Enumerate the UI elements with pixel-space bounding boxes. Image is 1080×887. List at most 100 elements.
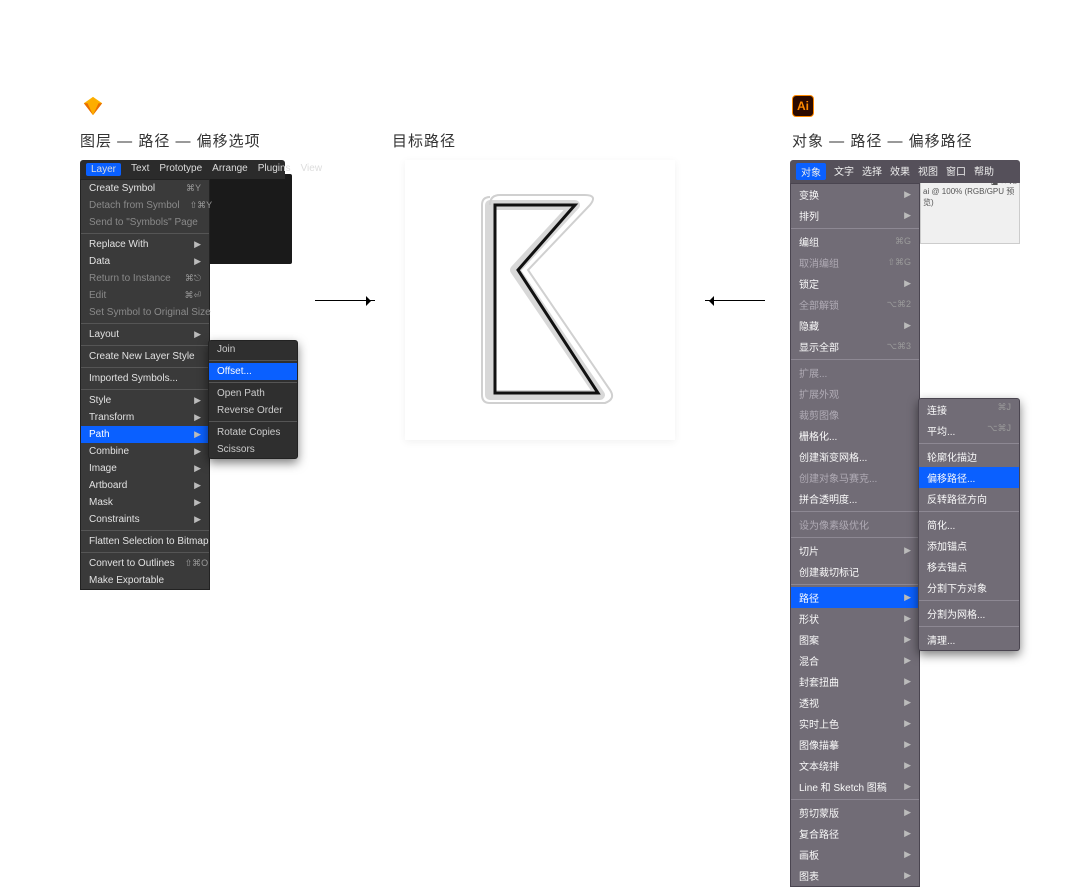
menu-item[interactable]: 形状▶ [791,608,919,629]
menu-item[interactable]: 扩展... [791,362,919,383]
menu-item[interactable]: 栅格化... [791,425,919,446]
menu-item[interactable]: 清理... [919,629,1019,650]
menu-item[interactable]: 创建裁切标记 [791,561,919,582]
menu-item[interactable]: Imported Symbols... [81,370,209,387]
menu-item[interactable]: Path▶ [81,426,209,443]
menu-item[interactable]: Constraints▶ [81,511,209,528]
menu-item[interactable]: 复合路径▶ [791,823,919,844]
menubar-item[interactable]: Arrange [212,163,248,176]
menu-item[interactable]: Line 和 Sketch 图稿▶ [791,776,919,797]
illustrator-path-submenu[interactable]: 连接⌘J平均...⌥⌘J 轮廓化描边偏移路径...反转路径方向简化...添加锚点移… [918,398,1020,651]
illustrator-menu-block: ◪ ✕ X: ai @ 100% (RGB/GPU 预览) 对象文字选择效果视图… [790,160,1020,887]
menu-item[interactable]: 分割下方对象 [919,577,1019,598]
menu-item[interactable]: 混合▶ [791,650,919,671]
menu-item[interactable]: Make Exportable [81,572,209,589]
menu-item[interactable]: 图案▶ [791,629,919,650]
menu-item[interactable]: 轮廓化描边 [919,446,1019,467]
menu-item[interactable]: 剪切蒙版▶ [791,802,919,823]
menu-item[interactable]: Artboard▶ [81,477,209,494]
menu-item[interactable]: Detach from Symbol⇧⌘Y [81,197,209,214]
menu-item[interactable]: 文本绕排▶ [791,755,919,776]
menu-item[interactable]: 裁剪图像 [791,404,919,425]
menu-item[interactable]: Rotate Copies [209,424,297,441]
menu-item[interactable]: 编组⌘G [791,231,919,252]
target-path-canvas [405,160,675,440]
menu-item[interactable]: 创建渐变网格... [791,446,919,467]
menu-item[interactable]: 取消编组⇧⌘G [791,252,919,273]
menu-item[interactable]: Create Symbol⌘Y [81,180,209,197]
menubar-item[interactable]: 窗口 [946,163,966,180]
menu-item[interactable]: Style▶ [81,392,209,409]
menu-item[interactable]: 全部解锁⌥⌘2 [791,294,919,315]
illustrator-app-icon: Ai [792,95,814,117]
menu-item[interactable]: 反转路径方向 [919,488,1019,509]
menu-item[interactable]: Edit⌘⏎ [81,287,209,304]
menu-item[interactable]: Create New Layer Style [81,348,209,365]
menu-item[interactable]: Reverse Order [209,402,297,419]
sketch-artboard-bg [204,174,292,264]
menubar-item[interactable]: View [301,163,323,176]
menu-item[interactable]: Return to Instance⌘⎋ [81,270,209,287]
menu-item[interactable]: 设为像素级优化 [791,514,919,535]
arrow-right-icon [315,300,375,301]
menu-item[interactable]: Convert to Outlines⇧⌘O [81,555,209,572]
menubar-item[interactable]: 对象 [796,163,826,180]
menu-item[interactable]: 透视▶ [791,692,919,713]
menubar-item[interactable]: Layer [86,163,121,176]
menu-item[interactable]: 创建对象马赛克... [791,467,919,488]
heading-left: 图层 — 路径 — 偏移选项 [80,130,261,151]
menu-item[interactable]: Transform▶ [81,409,209,426]
menubar-item[interactable]: Prototype [159,163,202,176]
menubar-item[interactable]: 文字 [834,163,854,180]
illustrator-menubar[interactable]: 对象文字选择效果视图窗口帮助 [790,160,1020,183]
menu-item[interactable]: 显示全部⌥⌘3 [791,336,919,357]
sketch-app-icon [82,95,104,117]
menu-item[interactable]: 图表▶ [791,865,919,886]
menu-item[interactable]: 偏移路径... [919,467,1019,488]
menubar-item[interactable]: Text [131,163,149,176]
menu-item[interactable]: Flatten Selection to Bitmap [81,533,209,550]
menu-item[interactable]: Data▶ [81,253,209,270]
menu-item[interactable]: Join [209,341,297,358]
menubar-item[interactable]: Plugins [258,163,291,176]
menu-item[interactable]: 连接⌘J [919,399,1019,420]
heading-right: 对象 — 路径 — 偏移路径 [792,130,973,151]
menu-item[interactable]: 移去锚点 [919,556,1019,577]
menubar-item[interactable]: 选择 [862,163,882,180]
menu-item[interactable]: Scissors [209,441,297,458]
menu-item[interactable]: 锁定▶ [791,273,919,294]
k-path-shape [450,185,630,415]
menu-item[interactable]: Set Symbol to Original Size [81,304,209,321]
illustrator-object-menu[interactable]: 变换▶排列▶ 编组⌘G取消编组⇧⌘G锁定▶全部解锁⌥⌘2隐藏▶显示全部⌥⌘3 扩展.… [790,183,920,887]
menu-item[interactable]: Combine▶ [81,443,209,460]
menu-item[interactable]: 隐藏▶ [791,315,919,336]
menu-item[interactable]: 实时上色▶ [791,713,919,734]
menu-item[interactable]: 画板▶ [791,844,919,865]
illustrator-doc-bg: ◪ ✕ X: ai @ 100% (RGB/GPU 预览) [920,174,1020,244]
menu-item[interactable]: 排列▶ [791,205,919,226]
menubar-item[interactable]: 视图 [918,163,938,180]
sketch-path-submenu[interactable]: Join Offset... Open PathReverse Order Rotat… [208,340,298,459]
menu-item[interactable]: 扩展外观 [791,383,919,404]
menu-item[interactable]: Open Path [209,385,297,402]
menu-item[interactable]: 分割为网格... [919,603,1019,624]
menu-item[interactable]: 图像描摹▶ [791,734,919,755]
menu-item[interactable]: Send to "Symbols" Page [81,214,209,231]
menu-item[interactable]: 平均...⌥⌘J [919,420,1019,441]
menu-item[interactable]: 添加锚点 [919,535,1019,556]
menu-item[interactable]: Layout▶ [81,326,209,343]
menubar-item[interactable]: 帮助 [974,163,994,180]
menubar-item[interactable]: 效果 [890,163,910,180]
menu-item[interactable]: 路径▶ [791,587,919,608]
sketch-layer-menu[interactable]: Create Symbol⌘YDetach from Symbol⇧⌘YSend… [80,179,210,590]
menu-item[interactable]: 变换▶ [791,184,919,205]
menu-item[interactable]: Replace With▶ [81,236,209,253]
menu-item[interactable]: 拼合透明度... [791,488,919,509]
menu-item[interactable]: 切片▶ [791,540,919,561]
menu-item[interactable]: Image▶ [81,460,209,477]
menu-item[interactable]: Offset... [209,363,297,380]
sketch-menubar[interactable]: LayerTextPrototypeArrangePluginsView [80,160,285,179]
menu-item[interactable]: 封套扭曲▶ [791,671,919,692]
menu-item[interactable]: 简化... [919,514,1019,535]
menu-item[interactable]: Mask▶ [81,494,209,511]
